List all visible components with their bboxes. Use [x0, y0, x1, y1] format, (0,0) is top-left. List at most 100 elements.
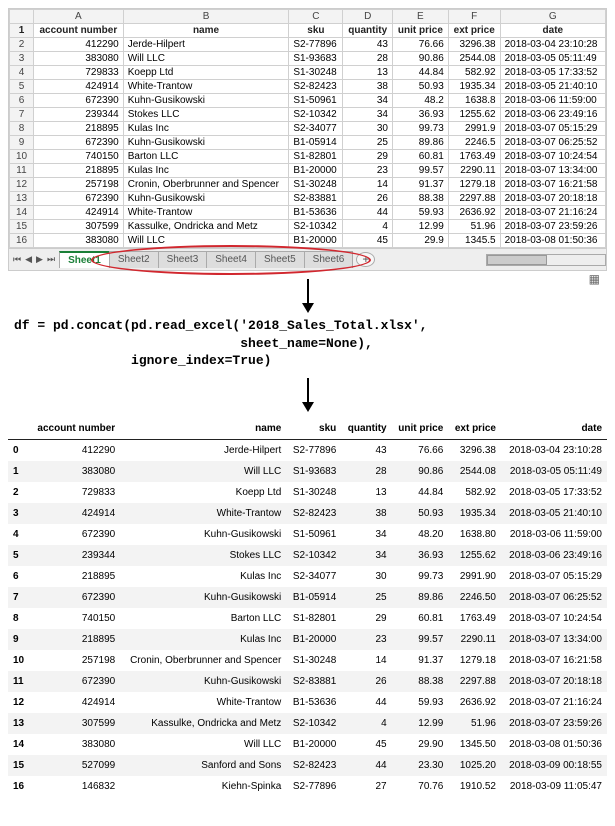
excel-cell[interactable]: S1-30248: [289, 178, 343, 192]
excel-cell[interactable]: 1255.62: [448, 108, 500, 122]
excel-cell[interactable]: 25: [343, 136, 393, 150]
scrollbar-thumb[interactable]: [487, 255, 547, 265]
row-number[interactable]: 1: [10, 24, 34, 38]
excel-cell[interactable]: 2018-03-07 13:34:00: [500, 164, 605, 178]
sheet-tab[interactable]: Sheet3: [158, 251, 208, 268]
excel-cell[interactable]: 1345.5: [448, 234, 500, 248]
excel-cell[interactable]: 1638.8: [448, 94, 500, 108]
excel-cell[interactable]: 412290: [34, 38, 124, 52]
excel-cell[interactable]: 50.93: [392, 80, 448, 94]
excel-cell[interactable]: 76.66: [392, 38, 448, 52]
excel-cell[interactable]: S1-82801: [289, 150, 343, 164]
excel-cell[interactable]: 383080: [34, 52, 124, 66]
excel-cell[interactable]: 44.84: [392, 66, 448, 80]
excel-cell[interactable]: 2018-03-05 21:40:10: [500, 80, 605, 94]
row-number[interactable]: 4: [10, 66, 34, 80]
excel-cell[interactable]: White-Trantow: [123, 80, 289, 94]
excel-cell[interactable]: 4: [343, 220, 393, 234]
excel-cell[interactable]: 383080: [34, 234, 124, 248]
excel-cell[interactable]: Stokes LLC: [123, 108, 289, 122]
excel-cell[interactable]: 3296.38: [448, 38, 500, 52]
excel-header-cell[interactable]: sku: [289, 24, 343, 38]
excel-cell[interactable]: 2018-03-05 17:33:52: [500, 66, 605, 80]
horizontal-scrollbar[interactable]: [486, 254, 606, 266]
excel-cell[interactable]: 2018-03-07 21:16:24: [500, 206, 605, 220]
excel-cell[interactable]: 2018-03-04 23:10:28: [500, 38, 605, 52]
excel-cell[interactable]: S2-10342: [289, 220, 343, 234]
excel-cell[interactable]: 99.73: [392, 122, 448, 136]
tab-next-icon[interactable]: ▶: [34, 254, 45, 265]
excel-cell[interactable]: 26: [343, 192, 393, 206]
excel-cell[interactable]: 1279.18: [448, 178, 500, 192]
row-number[interactable]: 10: [10, 150, 34, 164]
row-number[interactable]: 15: [10, 220, 34, 234]
col-letter[interactable]: G: [500, 10, 605, 24]
excel-cell[interactable]: Barton LLC: [123, 150, 289, 164]
excel-cell[interactable]: Kulas Inc: [123, 164, 289, 178]
tab-last-icon[interactable]: ⏭: [45, 254, 57, 265]
excel-cell[interactable]: 90.86: [392, 52, 448, 66]
sheet-tab[interactable]: Sheet1: [59, 251, 110, 268]
excel-cell[interactable]: 2246.5: [448, 136, 500, 150]
excel-cell[interactable]: 672390: [34, 192, 124, 206]
excel-cell[interactable]: 44: [343, 206, 393, 220]
excel-cell[interactable]: 34: [343, 94, 393, 108]
tab-prev-icon[interactable]: ◀: [23, 254, 34, 265]
sheet-tab[interactable]: Sheet2: [109, 251, 159, 268]
excel-cell[interactable]: 740150: [34, 150, 124, 164]
excel-header-cell[interactable]: quantity: [343, 24, 393, 38]
sheet-tab[interactable]: Sheet6: [304, 251, 354, 268]
excel-header-cell[interactable]: account number: [34, 24, 124, 38]
excel-cell[interactable]: S2-83881: [289, 192, 343, 206]
excel-cell[interactable]: 218895: [34, 164, 124, 178]
excel-cell[interactable]: 2290.11: [448, 164, 500, 178]
excel-cell[interactable]: 2018-03-05 05:11:49: [500, 52, 605, 66]
excel-cell[interactable]: 2018-03-07 06:25:52: [500, 136, 605, 150]
excel-cell[interactable]: 34: [343, 108, 393, 122]
col-letter[interactable]: E: [392, 10, 448, 24]
excel-cell[interactable]: B1-20000: [289, 164, 343, 178]
excel-cell[interactable]: Kuhn-Gusikowski: [123, 192, 289, 206]
excel-cell[interactable]: S2-82423: [289, 80, 343, 94]
excel-cell[interactable]: Kulas Inc: [123, 122, 289, 136]
excel-cell[interactable]: 2018-03-07 23:59:26: [500, 220, 605, 234]
excel-cell[interactable]: 23: [343, 164, 393, 178]
excel-cell[interactable]: 38: [343, 80, 393, 94]
excel-cell[interactable]: 2018-03-06 11:59:00: [500, 94, 605, 108]
row-number[interactable]: 14: [10, 206, 34, 220]
excel-cell[interactable]: 257198: [34, 178, 124, 192]
excel-cell[interactable]: 672390: [34, 136, 124, 150]
excel-cell[interactable]: 13: [343, 66, 393, 80]
col-letter[interactable]: C: [289, 10, 343, 24]
excel-cell[interactable]: 88.38: [392, 192, 448, 206]
col-letter[interactable]: B: [123, 10, 289, 24]
excel-cell[interactable]: 2991.9: [448, 122, 500, 136]
excel-corner-cell[interactable]: [10, 10, 34, 24]
excel-cell[interactable]: S2-34077: [289, 122, 343, 136]
col-letter[interactable]: A: [34, 10, 124, 24]
excel-cell[interactable]: 28: [343, 52, 393, 66]
excel-cell[interactable]: 729833: [34, 66, 124, 80]
excel-cell[interactable]: 30: [343, 122, 393, 136]
excel-cell[interactable]: 2018-03-07 16:21:58: [500, 178, 605, 192]
excel-cell[interactable]: S2-77896: [289, 38, 343, 52]
grid-view-icon[interactable]: ▦: [589, 272, 600, 286]
excel-cell[interactable]: Koepp Ltd: [123, 66, 289, 80]
row-number[interactable]: 16: [10, 234, 34, 248]
excel-cell[interactable]: 29: [343, 150, 393, 164]
excel-cell[interactable]: S1-93683: [289, 52, 343, 66]
excel-cell[interactable]: 99.57: [392, 164, 448, 178]
excel-cell[interactable]: S1-50961: [289, 94, 343, 108]
excel-cell[interactable]: Will LLC: [123, 234, 289, 248]
row-number[interactable]: 9: [10, 136, 34, 150]
row-number[interactable]: 13: [10, 192, 34, 206]
excel-cell[interactable]: B1-20000: [289, 234, 343, 248]
excel-cell[interactable]: 2018-03-07 05:15:29: [500, 122, 605, 136]
excel-cell[interactable]: 60.81: [392, 150, 448, 164]
excel-cell[interactable]: 12.99: [392, 220, 448, 234]
excel-cell[interactable]: 36.93: [392, 108, 448, 122]
excel-cell[interactable]: 29.9: [392, 234, 448, 248]
excel-cell[interactable]: 307599: [34, 220, 124, 234]
excel-cell[interactable]: Cronin, Oberbrunner and Spencer: [123, 178, 289, 192]
excel-header-cell[interactable]: name: [123, 24, 289, 38]
